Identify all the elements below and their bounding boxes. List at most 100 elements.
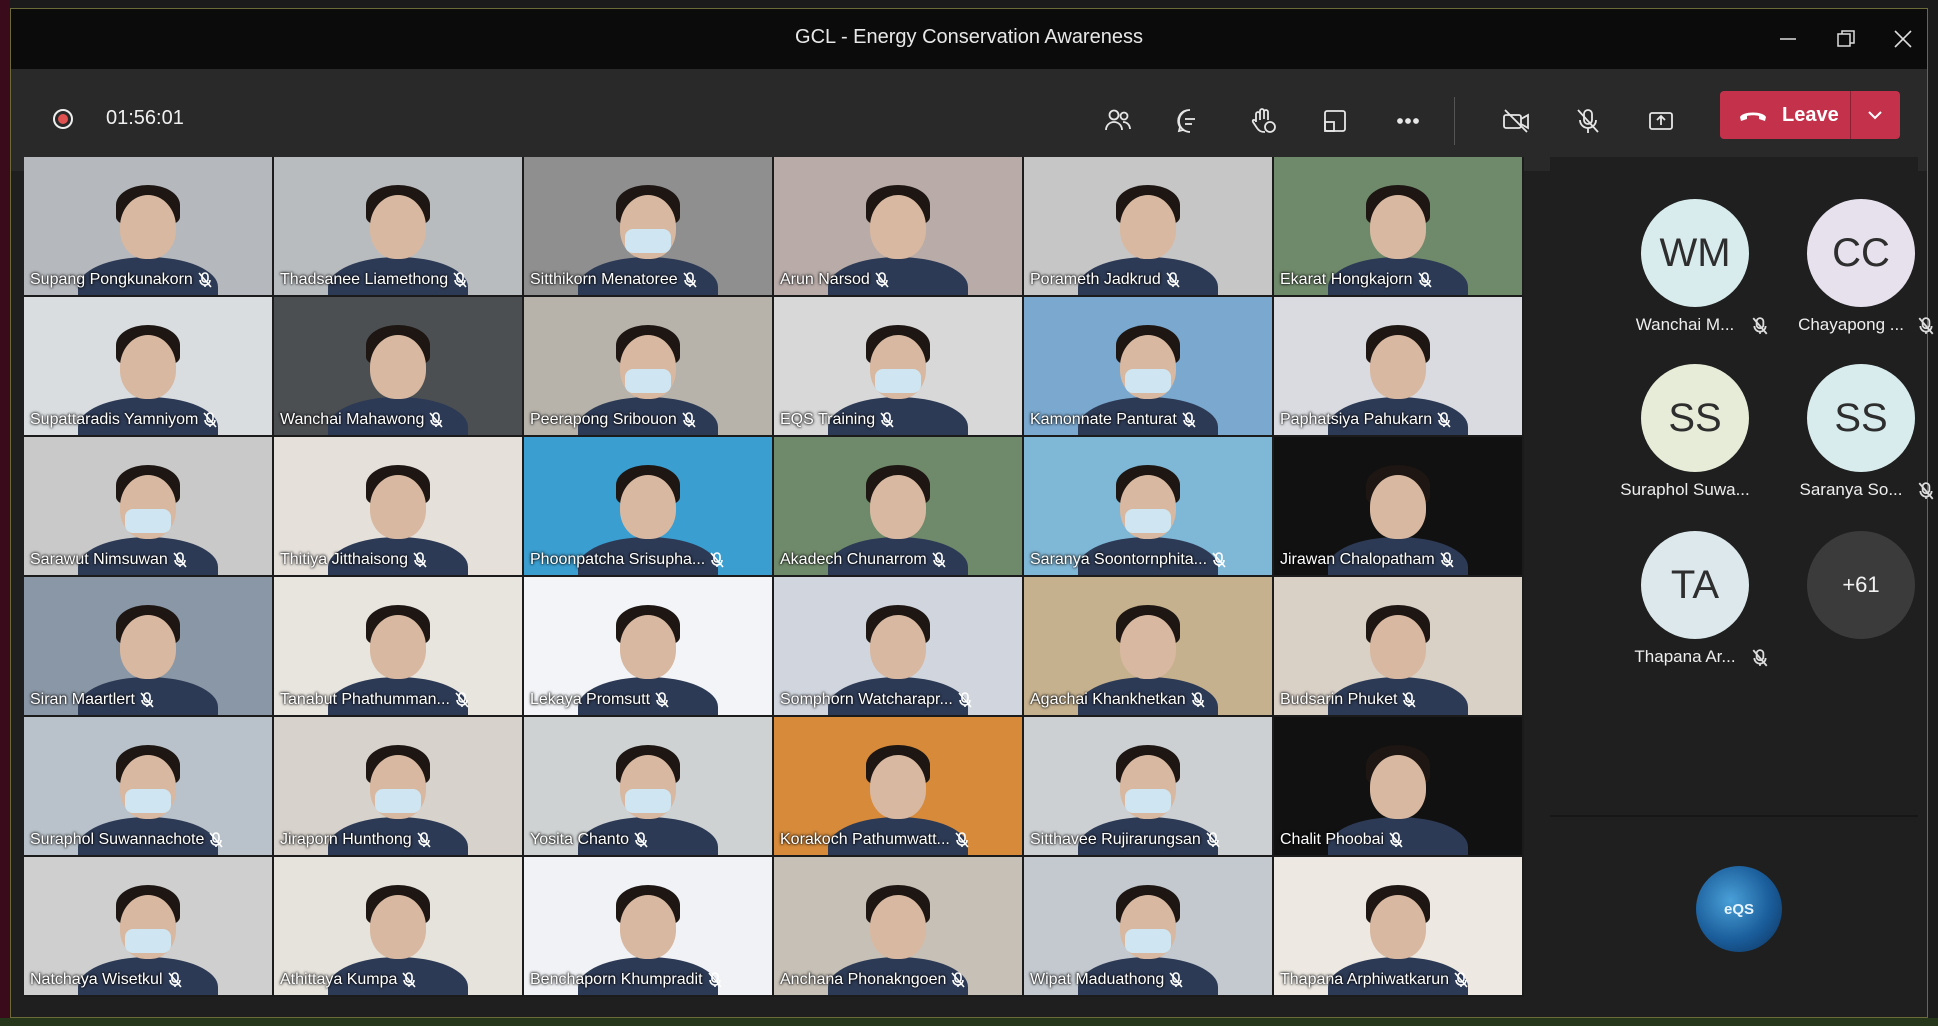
reactions-button[interactable]: [1241, 99, 1285, 143]
close-button[interactable]: [1880, 19, 1926, 59]
avatar: WM: [1641, 199, 1749, 307]
video-tile[interactable]: Suraphol Suwannachote: [24, 717, 272, 855]
participant-face: [870, 895, 926, 959]
video-tile[interactable]: Siran Maartlert: [24, 577, 272, 715]
video-tile[interactable]: Supang Pongkunakorn: [24, 157, 272, 295]
video-tile[interactable]: Phoonpatcha Srisupha...: [524, 437, 772, 575]
participant-face: [1370, 335, 1426, 399]
mic-off-icon: [634, 832, 648, 848]
video-tile[interactable]: Sitthikorn Menatoree: [524, 157, 772, 295]
leave-button[interactable]: Leave: [1720, 91, 1900, 139]
mic-off-icon: [683, 272, 697, 288]
participant-name-label: Chalit Phoobai: [1280, 831, 1403, 849]
face-mask: [875, 369, 921, 393]
participant-name-label: Phoonpatcha Srisupha...: [530, 551, 724, 569]
minimize-button[interactable]: [1765, 19, 1811, 59]
mic-off-icon: [1752, 649, 1768, 667]
video-tile[interactable]: Akadech Chunarrom: [774, 437, 1022, 575]
avatar-initials: WM: [1659, 230, 1731, 275]
participant-name: Jiraporn Hunthong: [280, 831, 412, 848]
video-tile[interactable]: Sitthavee Rujirarungsan: [1024, 717, 1272, 855]
participant-name-label: Lekaya Promsutt: [530, 691, 669, 709]
video-tile[interactable]: Yosita Chanto: [524, 717, 772, 855]
participant-name-label: Saranya Soontornphita...: [1030, 551, 1226, 569]
video-tile[interactable]: Sarawut Nimsuwan: [24, 437, 272, 575]
participant-name-label: Jiraporn Hunthong: [280, 831, 431, 849]
video-tile[interactable]: Benchaporn Khumpradit: [524, 857, 772, 995]
participant-name-label: Sitthikorn Menatoree: [530, 271, 697, 289]
view-button[interactable]: [1313, 99, 1357, 143]
participants-button[interactable]: [1096, 99, 1140, 143]
logo-text: eQS: [1723, 900, 1754, 918]
video-tile[interactable]: Peerapong Sribouon: [524, 297, 772, 435]
video-tile[interactable]: Kamonnate Panturat: [1024, 297, 1272, 435]
video-tile[interactable]: Ekarat Hongkajorn: [1274, 157, 1522, 295]
video-tile[interactable]: Jirawan Chalopatham: [1274, 437, 1522, 575]
video-tile[interactable]: Wipat Maduathong: [1024, 857, 1272, 995]
video-tile[interactable]: Thadsanee Liamethong: [274, 157, 522, 295]
video-tile[interactable]: Wanchai Mahawong: [274, 297, 522, 435]
mic-off-icon: [1182, 412, 1196, 428]
avatar-name: Saranya So...: [1799, 480, 1903, 499]
face-mask: [1125, 509, 1171, 533]
chat-button[interactable]: [1168, 99, 1212, 143]
video-tile[interactable]: Agachai Khankhetkan: [1024, 577, 1272, 715]
mic-off-icon: [655, 692, 669, 708]
participant-name-label: Agachai Khankhetkan: [1030, 691, 1205, 709]
participant-face: [870, 615, 926, 679]
video-tile[interactable]: Korakoch Pathumwatt...: [774, 717, 1022, 855]
video-tile[interactable]: Paphatsiya Pahukarn: [1274, 297, 1522, 435]
video-tile[interactable]: Somphorn Watcharapr...: [774, 577, 1022, 715]
avatar: SS: [1641, 364, 1749, 472]
mic-toggle-button[interactable]: [1566, 99, 1610, 143]
face-mask: [625, 229, 671, 253]
taskbar-edge: [0, 1018, 1938, 1026]
more-actions-button[interactable]: [1386, 99, 1430, 143]
participant-name: Sitthavee Rujirarungsan: [1030, 831, 1201, 848]
chevron-down-icon[interactable]: [1860, 103, 1890, 127]
mic-off-icon: [1402, 692, 1417, 708]
participant-name: Porameth Jadkrud: [1030, 271, 1161, 288]
participant-name: Thitiya Jitthaisong: [280, 551, 409, 568]
video-tile[interactable]: Arun Narsod: [774, 157, 1022, 295]
video-tile[interactable]: Natchaya Wisetkul: [24, 857, 272, 995]
video-tile[interactable]: Budsarin Phuket: [1274, 577, 1522, 715]
camera-toggle-button[interactable]: [1494, 99, 1538, 143]
participant-name-label: Somphorn Watcharapr...: [780, 691, 972, 709]
participant-name-label: Benchaporn Khumpradit: [530, 971, 722, 989]
restore-button[interactable]: [1823, 19, 1869, 59]
mic-off-icon: [453, 272, 467, 288]
avatar-name: Chayapong ...: [1798, 315, 1904, 334]
video-tile[interactable]: Chalit Phoobai: [1274, 717, 1522, 855]
mic-off-icon: [413, 552, 427, 568]
video-tile[interactable]: Porameth Jadkrud: [1024, 157, 1272, 295]
video-tile[interactable]: Thapana Arphiwatkarun: [1274, 857, 1522, 995]
mic-off-icon: [1437, 412, 1451, 428]
participant-name-label: Paphatsiya Pahukarn: [1280, 411, 1451, 429]
video-tile[interactable]: Jiraporn Hunthong: [274, 717, 522, 855]
participant-name: Saranya Soontornphita...: [1030, 551, 1208, 568]
participant-name: Supattaradis Yamniyom: [30, 411, 199, 428]
video-tile[interactable]: Supattaradis Yamniyom: [24, 297, 272, 435]
title-bar: GCL - Energy Conservation Awareness: [11, 9, 1927, 69]
video-tile[interactable]: Thitiya Jitthaisong: [274, 437, 522, 575]
participant-name: Yosita Chanto: [530, 831, 630, 848]
video-tile[interactable]: Athittaya Kumpa: [274, 857, 522, 995]
video-tile[interactable]: Lekaya Promsutt: [524, 577, 772, 715]
close-icon: [1894, 30, 1912, 48]
share-screen-button[interactable]: [1639, 99, 1683, 143]
participant-name-label: Supattaradis Yamniyom: [30, 411, 217, 429]
video-tile[interactable]: Anchana Phonakngoen: [774, 857, 1022, 995]
participant-name: Akadech Chunarrom: [780, 551, 927, 568]
participant-name-label: Budsarin Phuket: [1280, 691, 1417, 709]
face-mask: [1125, 369, 1171, 393]
mic-off-icon: [1212, 552, 1226, 568]
video-tile[interactable]: EQS Training: [774, 297, 1022, 435]
eqs-logo: eQS: [1696, 866, 1782, 952]
video-tile[interactable]: Tanabut Phathumman...: [274, 577, 522, 715]
avatar-initials: CC: [1832, 230, 1890, 275]
participant-overflow-panel: WM Wanchai M... CC Chayapong ... SS Suraphol …: [1550, 157, 1934, 807]
participant-face: [1370, 195, 1426, 259]
video-tile[interactable]: Saranya Soontornphita...: [1024, 437, 1272, 575]
mic-off-icon: [1752, 317, 1768, 335]
